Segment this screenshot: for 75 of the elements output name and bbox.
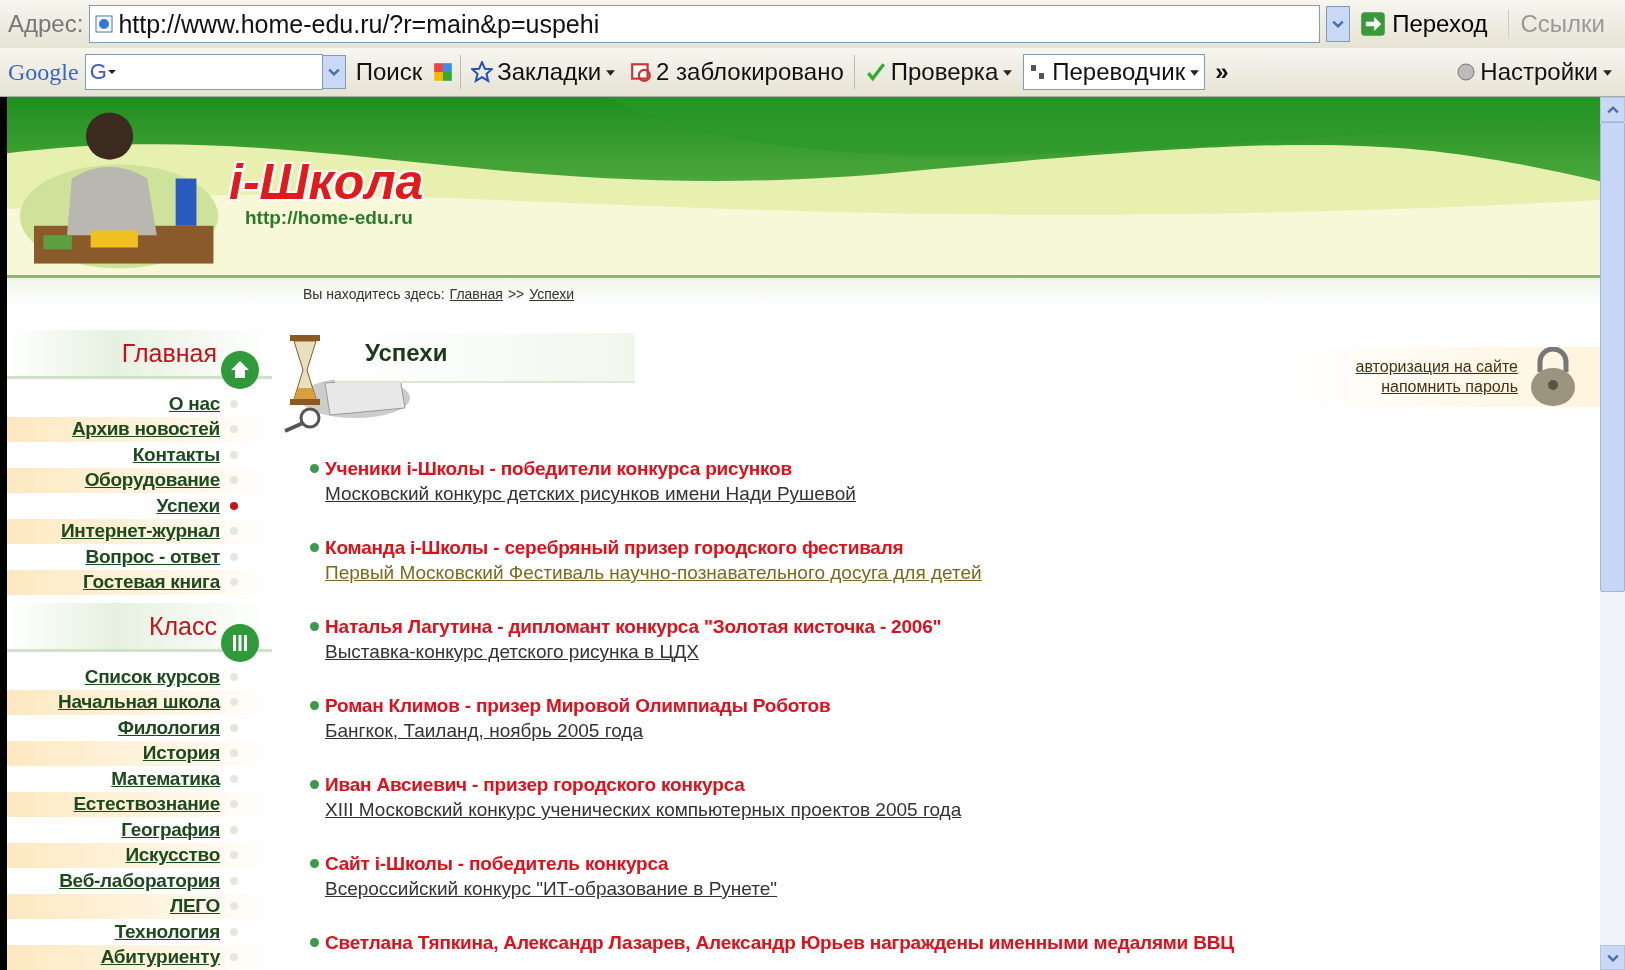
news-title-link[interactable]: Наталья Лагутина - дипломант конкурса "Золотая кисточка - 2006" [325,616,942,638]
news-title-link[interactable]: Роман Климов - призер Мировой Олимпиады Роботов [325,695,831,717]
home-icon [220,350,260,390]
news-title-link[interactable]: Сайт i-Школы - победитель конкурса [325,853,778,875]
nav-link[interactable]: Филология [117,716,220,739]
section-title: Класс [148,611,217,641]
go-button[interactable]: Переход [1356,10,1502,38]
nav-link[interactable]: ЛЕГО [169,895,220,918]
nav-link[interactable]: Математика [111,767,220,790]
spellcheck-button[interactable]: Проверка [860,58,1018,86]
auth-link[interactable]: напомнить пароль [1381,377,1518,397]
nav-link[interactable]: Контакты [132,443,220,466]
scrollbar[interactable] [1600,97,1625,970]
caret-icon [1332,18,1345,30]
breadcrumb-link[interactable]: Успехи [529,286,575,308]
bookmarks-button[interactable]: Закладки [467,58,621,86]
engine-label[interactable]: G [89,59,107,85]
bullet-icon [310,938,319,947]
more-button[interactable]: » [1211,58,1233,86]
search-button[interactable]: Поиск [351,58,427,86]
translator-button[interactable]: Переводчик [1023,54,1206,90]
bullet-icon [310,701,319,710]
nav-link[interactable]: Веб-лаборатория [59,869,220,892]
checkmark-icon [864,61,887,83]
scroll-up-button[interactable] [1600,97,1625,122]
settings-button[interactable]: Настройки [1452,58,1617,86]
popup-blocker-button[interactable]: 2 заблокировано [626,58,848,86]
url-text: http://www.home-edu.ru/?r=main&p=uspehi [118,9,600,39]
page-title: Успехи [364,338,449,367]
nav-link[interactable]: Список курсов [84,665,220,688]
bullet-icon [310,464,319,473]
padlock-icon [1528,347,1578,407]
news-subtitle-link[interactable]: Всероссийский конкурс "ИТ-образование в Рунете" [325,878,778,900]
news-title-link[interactable]: Иван Авсиевич - призер городского конкурса [325,774,962,796]
scroll-thumb[interactable] [1600,122,1625,592]
nav-link[interactable]: Технология [114,920,220,943]
news-subtitle-link[interactable]: Бангкок, Таиланд, ноябрь 2005 года [325,720,831,742]
search-field[interactable]: G [84,54,323,90]
address-field[interactable]: http://www.home-edu.ru/?r=main&p=uspehi [89,5,1321,43]
news-subtitle-link[interactable]: Первый Московский Фестиваль научно-познавательного досуга для детей [325,562,982,584]
bars-icon [220,623,260,663]
page-icon [94,14,115,34]
dropdown-button[interactable] [1326,6,1351,42]
auth-link[interactable]: авторизация на сайте [1355,357,1518,377]
blocks-icon[interactable] [432,61,455,83]
nav-link[interactable]: География [121,818,220,841]
news-title-link[interactable]: Светлана Тяпкина, Александр Лазарев, Александр Юрьев награждены именными медалями ВВЦ [325,932,1234,954]
blocked-window-icon [630,61,653,83]
bullet-icon [310,622,319,631]
breadcrumb-link[interactable]: Главная [449,286,503,308]
news-subtitle-link[interactable]: XIII Московский конкурс ученических компьютерных проектов 2005 года [325,799,962,821]
star-icon [471,61,494,83]
news-subtitle-link[interactable]: Выставка-конкурс детского рисунка в ЦДХ [325,641,942,663]
google-logo: Google [8,58,79,86]
address-label: Адрес: [8,10,84,38]
section-title: Главная [121,338,217,368]
bullet-icon [310,543,319,552]
nav-link[interactable]: Вопрос - ответ [85,545,220,568]
caret-icon [106,67,117,77]
scroll-down-button[interactable] [1600,945,1625,970]
news-title-link[interactable]: Команда i-Школы - серебряный призер городского фестиваля [325,537,982,559]
breadcrumb-label: Вы находитесь здесь: [303,286,445,304]
bullet-icon [310,859,319,868]
site-url: http://home-edu.ru [245,207,414,229]
site-logo: i-Школа [229,157,424,207]
caret-icon [327,66,340,78]
nav-link[interactable]: О нас [168,392,220,415]
breadcrumb-separator: >> [507,286,525,304]
dropdown-button[interactable] [321,55,346,89]
bullet-icon [310,780,319,789]
caret-icon [1606,103,1619,116]
nav-link[interactable]: Успехи [156,494,220,517]
circle-icon [1456,62,1477,82]
news-subtitle-link[interactable]: Московский конкурс детских рисунков имени Нади Рушевой [325,483,856,505]
news-title-link[interactable]: Ученики i-Школы - победители конкурса рисунков [325,458,856,480]
